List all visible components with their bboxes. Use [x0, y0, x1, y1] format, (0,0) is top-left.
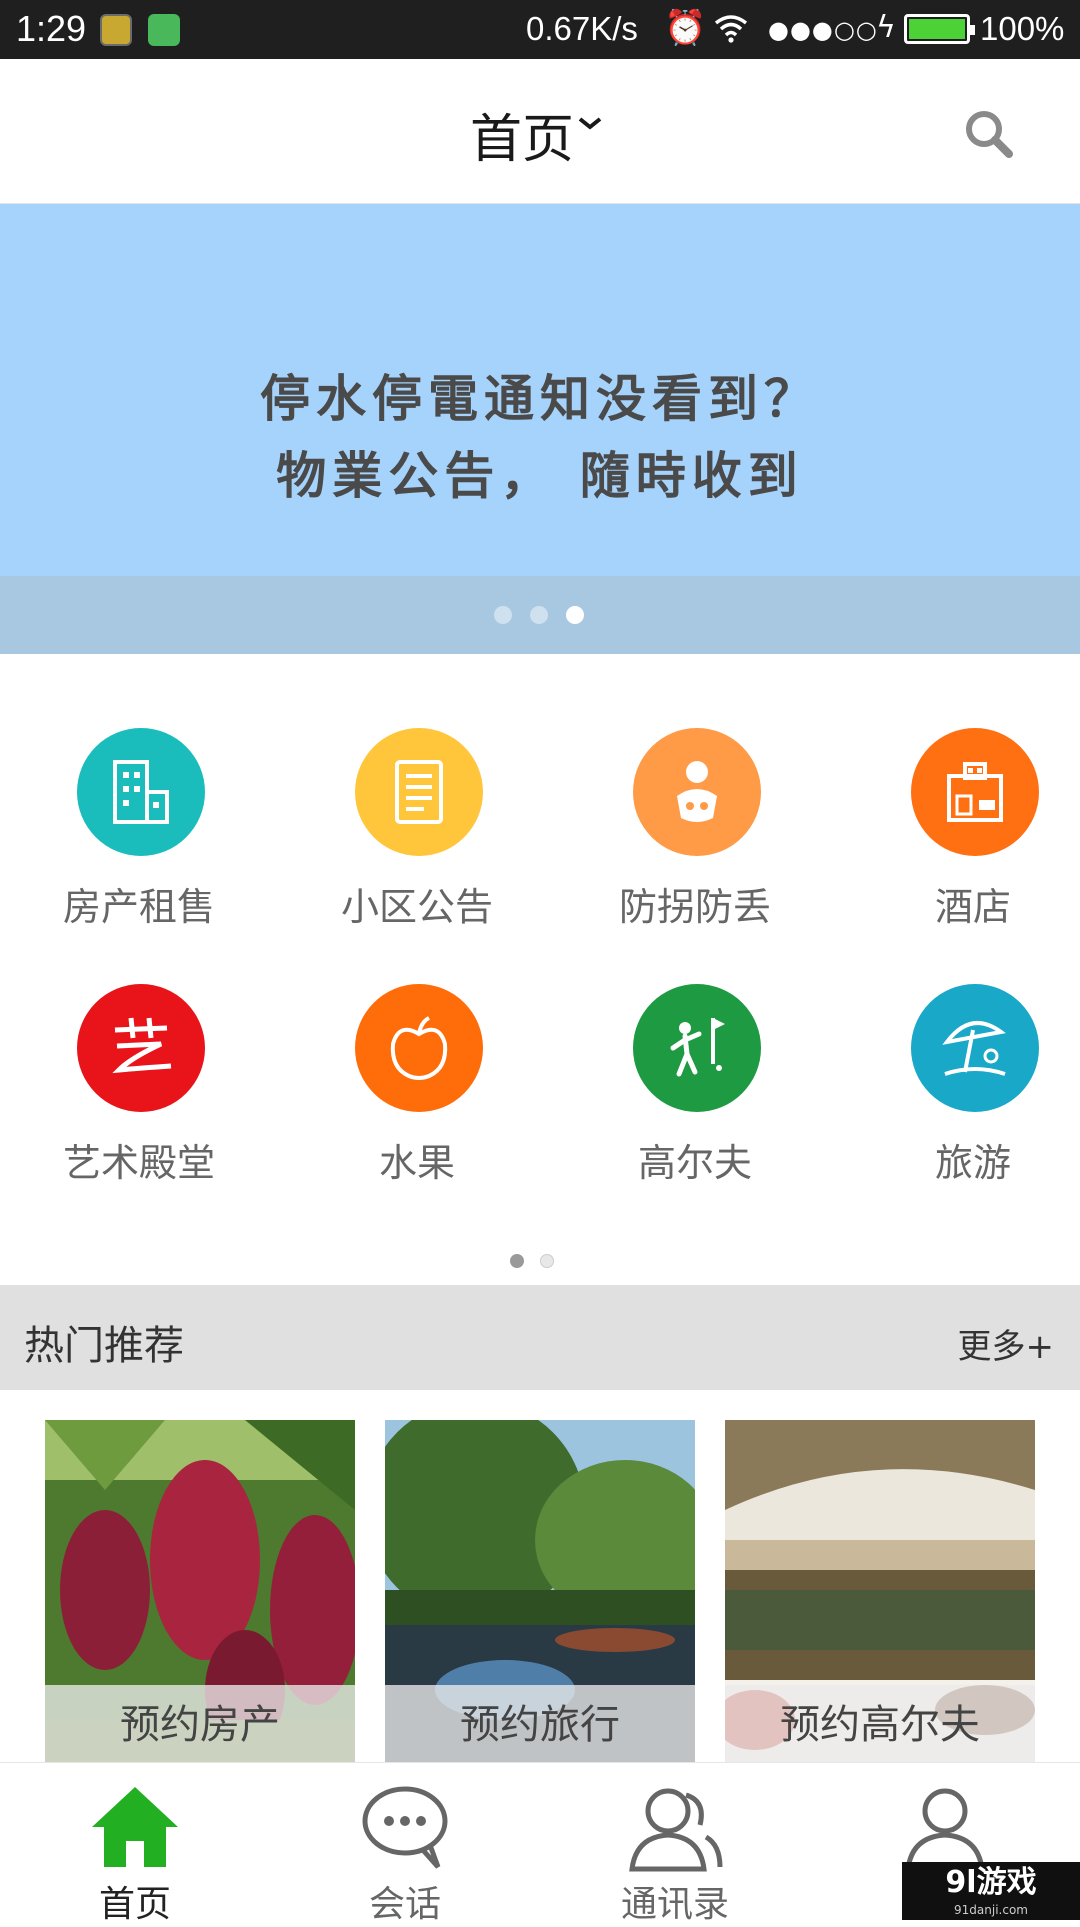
art-icon — [77, 984, 205, 1112]
section-title: 热门推荐 — [24, 1323, 184, 1369]
app-header: 首页 — [0, 59, 1080, 204]
category-child-safety[interactable]: 防拐防丢 — [556, 728, 834, 929]
category-house-rental[interactable]: 房产租售 — [0, 728, 278, 929]
search-icon[interactable] — [962, 107, 1014, 159]
page-dot[interactable] — [540, 1254, 554, 1268]
nav-label: 首页 — [98, 1884, 171, 1925]
category-hotel[interactable]: 酒店 — [834, 728, 1080, 929]
category-label: 酒店 — [934, 885, 1011, 929]
category-label: 房产租售 — [62, 885, 215, 929]
hot-recommend-header: 热门推荐 更多+ — [0, 1285, 1080, 1390]
banner-indicator — [0, 576, 1080, 654]
banner-dot-active[interactable] — [566, 606, 584, 624]
notification-app-icon — [100, 14, 132, 46]
network-speed: 0.67K/s — [526, 10, 638, 47]
category-fruit[interactable]: 水果 — [278, 984, 556, 1185]
baby-icon — [633, 728, 761, 856]
chat-icon — [362, 1786, 448, 1869]
banner-text-line2: 物業公告， 隨時收到 — [276, 447, 804, 505]
page-dot-active[interactable] — [510, 1254, 524, 1268]
signal-strength-icon: ●●●○○ — [768, 16, 878, 44]
document-icon — [355, 728, 483, 856]
card-caption: 预约房产 — [45, 1685, 355, 1765]
status-bar: 1:29 0.67K/s ⏰ ●●●○○ ϟ 100% — [0, 0, 1080, 59]
contacts-icon — [629, 1788, 723, 1872]
profile-icon — [905, 1788, 985, 1872]
card-caption: 预约旅行 — [385, 1685, 695, 1765]
category-label: 小区公告 — [340, 885, 493, 929]
recommend-card-golf[interactable]: 预约高尔夫 — [725, 1420, 1035, 1765]
banner-carousel[interactable]: 停水停電通知没看到？ 物業公告， 隨時收到 — [0, 204, 1080, 654]
wifi-icon — [714, 12, 748, 52]
category-label: 高尔夫 — [637, 1141, 752, 1185]
status-time: 1:29 — [16, 8, 87, 49]
alarm-icon: ⏰ — [664, 8, 707, 48]
nav-label: 会话 — [368, 1884, 441, 1925]
category-golf[interactable]: 高尔夫 — [556, 984, 834, 1185]
nav-home[interactable]: 首页 — [0, 1763, 270, 1925]
watermark-sub: 91danji.com — [954, 1903, 1028, 1917]
banner-dot[interactable] — [494, 606, 512, 624]
banner-dot[interactable] — [530, 606, 548, 624]
banner-text-line1: 停水停電通知没看到？ — [260, 370, 820, 428]
category-label: 艺术殿堂 — [62, 1141, 215, 1185]
category-travel[interactable]: 旅游 — [834, 984, 1080, 1185]
recommend-card-house[interactable]: 预约房产 — [45, 1420, 355, 1765]
hotel-icon — [911, 728, 1039, 856]
category-community-notice[interactable]: 小区公告 — [278, 728, 556, 929]
beach-umbrella-icon — [911, 984, 1039, 1112]
recommend-card-travel[interactable]: 预约旅行 — [385, 1420, 695, 1765]
more-link[interactable]: 更多+ — [958, 1319, 1055, 1368]
nav-label: 通讯录 — [620, 1884, 729, 1925]
category-art-hall[interactable]: 艺术殿堂 — [0, 984, 278, 1185]
category-label: 旅游 — [934, 1141, 1011, 1185]
category-label: 防拐防丢 — [618, 885, 771, 929]
home-icon — [92, 1787, 178, 1867]
nav-contacts[interactable]: 通讯录 — [540, 1763, 810, 1925]
android-app-icon — [148, 14, 180, 46]
category-label: 水果 — [378, 1141, 455, 1185]
page-title[interactable]: 首页 — [470, 97, 574, 172]
chevron-down-icon[interactable] — [578, 113, 602, 133]
building-icon — [77, 728, 205, 856]
apple-icon — [355, 984, 483, 1112]
battery-percent: 100% — [980, 10, 1065, 47]
site-watermark: 9l游戏 91danji.com — [902, 1862, 1080, 1920]
watermark-text: 9l游戏 — [945, 1865, 1037, 1900]
card-caption: 预约高尔夫 — [725, 1685, 1035, 1765]
battery-icon — [904, 14, 975, 44]
golf-icon — [633, 984, 761, 1112]
nav-chat[interactable]: 会话 — [270, 1763, 540, 1925]
charging-icon: ϟ — [876, 10, 896, 45]
